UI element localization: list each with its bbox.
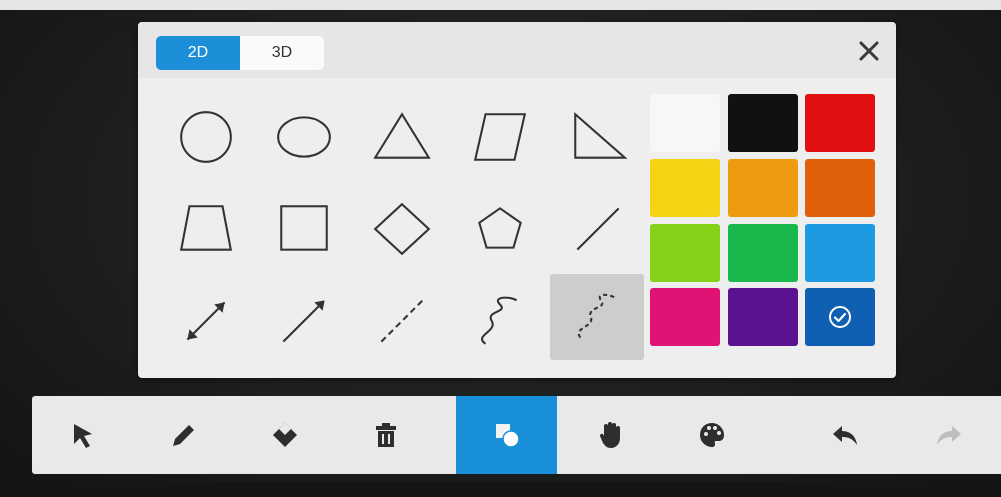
dashed-curve-icon [577, 293, 617, 339]
screen-bezel-bottom [0, 482, 1001, 497]
color-grid [650, 94, 878, 346]
shape-ellipse[interactable] [258, 96, 350, 178]
color-swatch-lime[interactable] [650, 224, 720, 282]
parallelogram-icon [473, 113, 527, 161]
close-button[interactable] [852, 34, 886, 68]
shape-pentagon[interactable] [454, 188, 546, 270]
redo-button[interactable] [898, 396, 999, 474]
screen-bezel-top [0, 0, 1001, 10]
tab-3d[interactable]: 3D [240, 36, 324, 70]
color-swatch-green[interactable] [728, 224, 798, 282]
trapezoid-icon [179, 205, 233, 251]
right-triangle-icon [574, 111, 628, 159]
pencil-icon [172, 425, 194, 446]
trash-icon [375, 423, 396, 447]
shape-parallelogram[interactable] [454, 96, 546, 178]
diamond-icon [373, 202, 431, 256]
shape-square[interactable] [258, 188, 350, 270]
triangle-icon [373, 112, 431, 159]
shapes-tool-button[interactable] [456, 396, 557, 474]
undo-icon [832, 426, 857, 445]
shape-diamond[interactable] [356, 188, 448, 270]
curve-icon [481, 296, 518, 345]
shape-arrow[interactable] [258, 280, 350, 362]
line-icon [576, 207, 620, 251]
shape-dashed-curve[interactable] [550, 274, 644, 360]
dimension-tabs: 2D 3D [156, 36, 324, 70]
color-swatch-black[interactable] [728, 94, 798, 152]
palette-icon [699, 423, 724, 447]
eraser-tool-button[interactable] [234, 396, 335, 474]
pointer-icon [73, 424, 92, 448]
background-tool-button[interactable] [661, 396, 762, 474]
color-swatch-red[interactable] [805, 94, 875, 152]
ellipse-icon [277, 116, 331, 158]
color-swatch-dark-orange[interactable] [805, 159, 875, 217]
shape-double-arrow[interactable] [160, 280, 252, 362]
redo-icon [936, 426, 961, 445]
shape-triangle[interactable] [356, 96, 448, 178]
pentagon-icon [478, 207, 522, 249]
circle-icon [180, 111, 232, 163]
double-arrow-icon [186, 301, 226, 341]
shape-trapezoid[interactable] [160, 188, 252, 270]
select-tool-button[interactable] [32, 396, 133, 474]
shape-circle[interactable] [160, 96, 252, 178]
dashed-line-icon [380, 299, 424, 343]
close-icon [859, 41, 879, 61]
hand-icon [599, 422, 620, 448]
color-swatch-blue[interactable] [805, 288, 875, 346]
color-swatch-yellow[interactable] [650, 159, 720, 217]
shape-grid [158, 96, 653, 366]
delete-tool-button[interactable] [335, 396, 436, 474]
square-icon [280, 205, 328, 251]
shape-right-triangle[interactable] [552, 96, 644, 178]
color-swatch-white[interactable] [650, 94, 720, 152]
tab-2d[interactable]: 2D [156, 36, 240, 70]
arrow-icon [282, 300, 325, 343]
color-swatch-purple[interactable] [728, 288, 798, 346]
shape-line[interactable] [552, 188, 644, 270]
color-swatch-magenta[interactable] [650, 288, 720, 346]
pen-tool-button[interactable] [133, 396, 234, 474]
color-swatch-sky-blue[interactable] [805, 224, 875, 282]
shape-dashed-line[interactable] [356, 280, 448, 362]
eraser-icon [272, 423, 297, 447]
pan-tool-button[interactable] [560, 396, 661, 474]
color-swatch-orange[interactable] [728, 159, 798, 217]
shape-curve[interactable] [454, 280, 546, 362]
undo-button[interactable] [794, 396, 895, 474]
shape-panel: 2D 3D [138, 22, 896, 378]
check-circle-icon [829, 306, 851, 328]
bottom-toolbar [32, 396, 1001, 474]
shapes-icon [495, 424, 520, 448]
